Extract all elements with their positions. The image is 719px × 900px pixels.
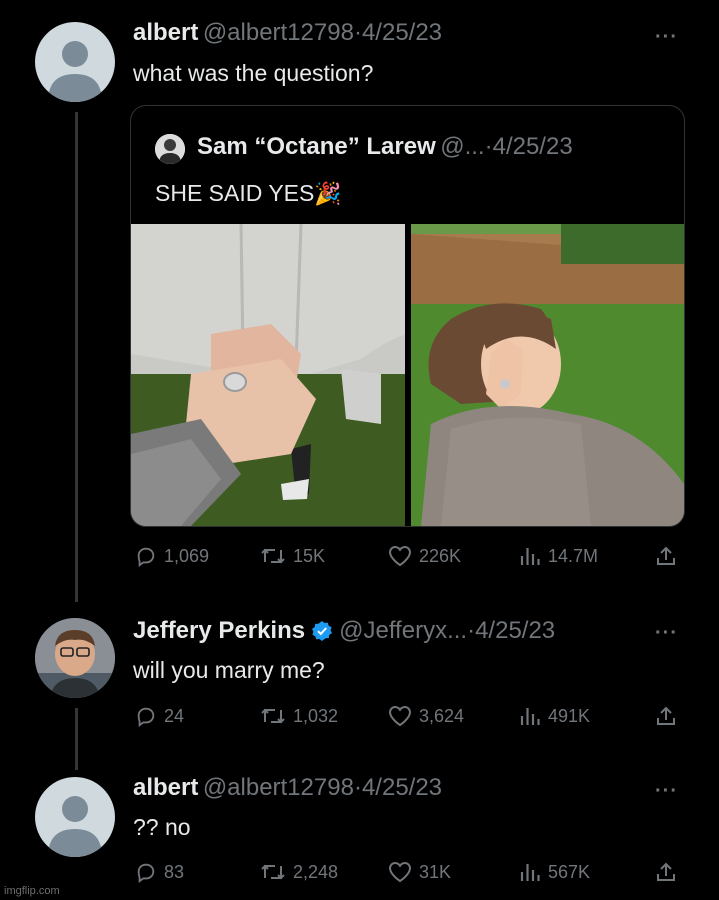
share-button[interactable] xyxy=(655,861,677,883)
retweet-button[interactable]: 2,248 xyxy=(260,861,338,883)
tweet-date[interactable]: 4/25/23 xyxy=(475,617,555,644)
tweet-text: ?? no xyxy=(133,814,191,840)
party-popper-icon: 🎉 xyxy=(314,181,342,206)
heart-icon xyxy=(388,861,412,883)
retweet-button[interactable]: 1,032 xyxy=(260,705,338,727)
reply-count: 83 xyxy=(164,861,185,882)
person-avatar-icon xyxy=(35,618,115,698)
like-button[interactable]: 31K xyxy=(388,861,451,883)
like-button[interactable]: 3,624 xyxy=(388,705,464,727)
share-button[interactable] xyxy=(655,545,677,567)
views-count: 567K xyxy=(548,861,591,882)
reply-count: 1,069 xyxy=(164,545,210,566)
separator: · xyxy=(467,617,476,644)
avatar[interactable] xyxy=(35,22,115,102)
views-button[interactable]: 491K xyxy=(519,705,590,727)
quoted-user-handle: @... xyxy=(440,133,485,160)
reply-button[interactable]: 83 xyxy=(135,861,184,883)
avatar[interactable] xyxy=(35,777,115,857)
user-name[interactable]: Jeffery Perkins xyxy=(133,617,305,645)
views-button[interactable]: 567K xyxy=(519,861,590,883)
retweet-count: 1,032 xyxy=(293,705,339,726)
tweet-header: albert @albert12798·4/25/23 xyxy=(133,774,442,802)
tweet-header: Jeffery Perkins @Jefferyx...·4/25/23 xyxy=(133,617,555,645)
separator: · xyxy=(353,19,362,46)
user-handle[interactable]: @albert12798 xyxy=(203,774,354,801)
retweet-icon xyxy=(261,864,285,880)
tweet-text: what was the question? xyxy=(133,60,374,86)
views-chart-icon xyxy=(520,548,540,565)
like-button[interactable]: 226K xyxy=(388,545,461,567)
share-icon xyxy=(657,862,675,881)
retweet-icon xyxy=(261,708,285,724)
reply-count: 24 xyxy=(164,705,185,726)
views-chart-icon xyxy=(520,708,540,725)
quoted-text: SHE SAID YES xyxy=(155,180,315,206)
retweet-button[interactable]: 15K xyxy=(260,545,325,567)
verified-badge-icon xyxy=(312,621,333,641)
tweet-header: albert @albert12798·4/25/23 xyxy=(133,19,442,47)
thread-line xyxy=(75,112,78,602)
views-count: 491K xyxy=(548,705,591,726)
reply-icon xyxy=(137,707,155,727)
heart-icon xyxy=(388,705,412,727)
quoted-avatar xyxy=(155,134,185,164)
avatar[interactable] xyxy=(35,618,115,698)
reply-icon xyxy=(137,863,155,883)
user-name[interactable]: albert xyxy=(133,774,198,801)
retweet-count: 15K xyxy=(293,545,326,566)
like-count: 31K xyxy=(419,861,452,882)
reply-icon xyxy=(137,547,155,567)
user-name[interactable]: albert xyxy=(133,19,198,46)
share-icon xyxy=(657,546,675,565)
quoted-tweet-text: SHE SAID YES🎉 xyxy=(155,180,342,207)
heart-icon xyxy=(388,545,412,567)
retweet-icon xyxy=(261,548,285,564)
photo-woman-smiling[interactable] xyxy=(411,224,684,526)
views-count: 14.7M xyxy=(548,545,599,566)
more-options-icon[interactable]: ··· xyxy=(655,780,678,803)
reply-button[interactable]: 24 xyxy=(135,705,184,727)
views-chart-icon xyxy=(520,864,540,881)
separator: · xyxy=(353,774,362,801)
like-count: 226K xyxy=(419,545,462,566)
views-button[interactable]: 14.7M xyxy=(519,545,598,567)
thread-line xyxy=(75,708,78,770)
tweet-date[interactable]: 4/25/23 xyxy=(362,19,442,46)
quoted-tweet-date: 4/25/23 xyxy=(492,133,573,160)
share-icon xyxy=(657,706,675,725)
user-handle[interactable]: @Jefferyx... xyxy=(339,617,467,644)
photo-hand-ring[interactable] xyxy=(131,224,405,526)
watermark: imgflip.com xyxy=(4,885,60,897)
default-avatar-icon xyxy=(48,41,102,102)
more-options-icon[interactable]: ··· xyxy=(655,622,678,645)
photo-image xyxy=(411,224,684,526)
tweet-date[interactable]: 4/25/23 xyxy=(362,774,442,801)
retweet-count: 2,248 xyxy=(293,861,339,882)
default-avatar-icon xyxy=(48,796,102,857)
quoted-user-name: Sam “Octane” Larew xyxy=(197,133,436,160)
photo-image xyxy=(131,224,405,526)
quoted-header: Sam “Octane” Larew @...·4/25/23 xyxy=(197,133,573,161)
reply-button[interactable]: 1,069 xyxy=(135,545,209,567)
separator: · xyxy=(484,133,493,160)
user-handle[interactable]: @albert12798 xyxy=(203,19,354,46)
person-avatar-icon xyxy=(155,134,185,164)
share-button[interactable] xyxy=(655,705,677,727)
like-count: 3,624 xyxy=(419,705,465,726)
quoted-tweet[interactable]: Sam “Octane” Larew @...·4/25/23 SHE SAID… xyxy=(130,105,685,527)
more-options-icon[interactable]: ··· xyxy=(655,26,678,49)
tweet-text: will you marry me? xyxy=(133,657,325,683)
